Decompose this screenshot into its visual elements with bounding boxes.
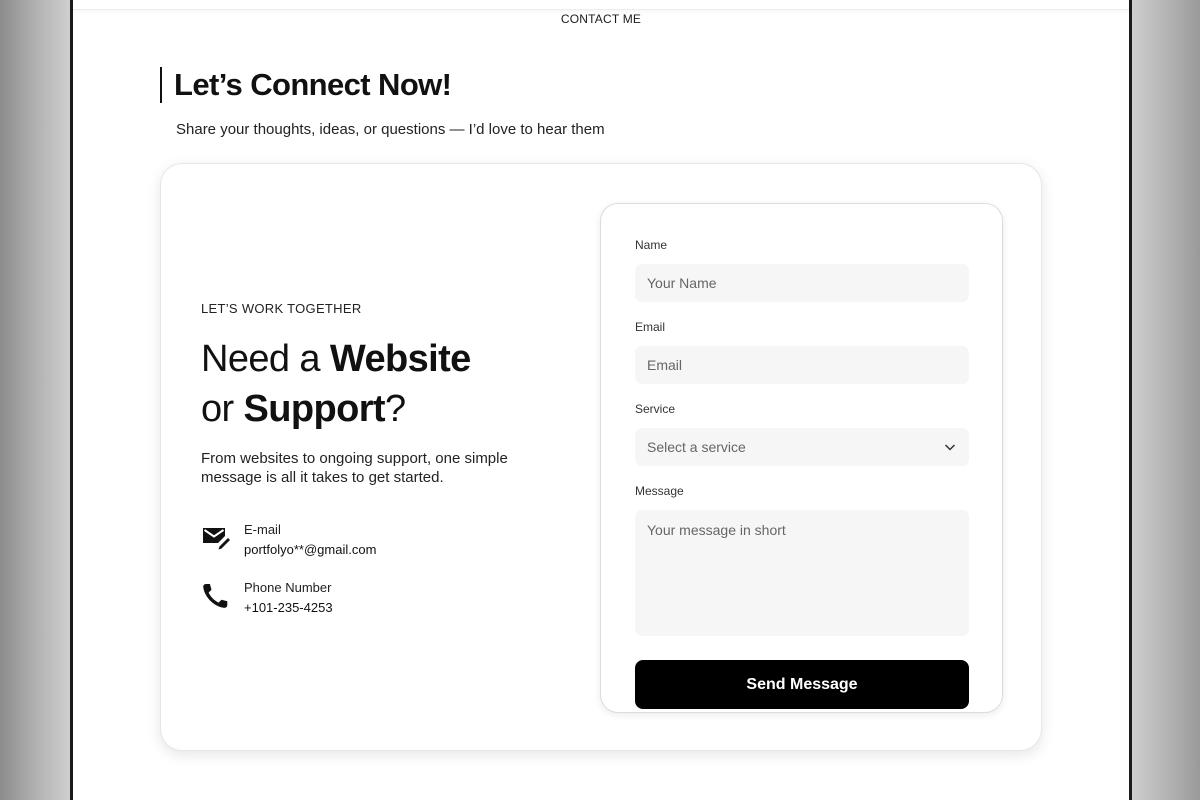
message-label: Message	[635, 484, 684, 498]
send-message-button[interactable]: Send Message	[635, 660, 969, 709]
headline-bold-support: Support	[243, 388, 386, 430]
contact-email: E-mail portfolyo**@gmail.com	[201, 521, 561, 560]
contact-card: LET’S WORK TOGETHER Need a Website or Su…	[160, 163, 1042, 751]
phone-value[interactable]: +101-235-4253	[244, 598, 333, 618]
contact-form: Name Your Name Email Email Service Selec…	[600, 203, 1003, 713]
service-label: Service	[635, 402, 676, 416]
top-nav-bar	[73, 0, 1129, 10]
page: CONTACT ME Let’s Connect Now! Share your…	[70, 0, 1132, 800]
chevron-down-icon	[944, 444, 956, 451]
name-label: Name	[635, 238, 668, 252]
service-group: Service Select a service	[635, 402, 969, 466]
name-placeholder: Your Name	[647, 275, 717, 291]
name-group: Name Your Name	[635, 238, 969, 302]
pitch-description: From websites to ongoing support, one si…	[201, 450, 508, 486]
headline-text: or	[201, 388, 244, 430]
form-fields: Name Your Name Email Email Service Selec…	[635, 238, 969, 709]
page-heading: Let’s Connect Now!	[160, 66, 452, 104]
name-input[interactable]: Your Name	[635, 264, 969, 302]
message-placeholder: Your message in short	[647, 522, 786, 538]
headline-text: ?	[384, 388, 406, 430]
email-group: Email Email	[635, 320, 969, 384]
phone-icon	[203, 584, 228, 608]
email-placeholder: Email	[647, 357, 683, 373]
mail-edit-icon	[203, 528, 230, 550]
heading-accent-bar	[160, 67, 162, 103]
message-group: Message Your message in short	[635, 484, 969, 636]
email-input[interactable]: Email	[635, 346, 969, 384]
email-title: E-mail	[244, 522, 281, 537]
page-title: Let’s Connect Now!	[174, 67, 452, 102]
email-value[interactable]: portfolyo**@gmail.com	[244, 540, 376, 560]
message-textarea[interactable]: Your message in short	[635, 510, 969, 636]
pitch-panel: LET’S WORK TOGETHER Need a Website or Su…	[201, 301, 561, 618]
section-label: CONTACT ME	[560, 12, 642, 26]
headline-bold-website: Website	[329, 338, 471, 380]
headline-text: Need a	[201, 338, 330, 380]
service-selected-value: Select a service	[647, 439, 746, 455]
phone-title: Phone Number	[244, 580, 332, 595]
page-subtitle: Share your thoughts, ideas, or questions…	[176, 121, 605, 138]
pitch-headline: Need a Website or Support?	[201, 334, 561, 434]
service-select[interactable]: Select a service	[635, 428, 969, 466]
email-label: Email	[635, 320, 666, 334]
contact-phone: Phone Number +101-235-4253	[201, 579, 561, 618]
contact-info: E-mail portfolyo**@gmail.com Phone Numbe…	[201, 521, 561, 618]
pitch-eyebrow: LET’S WORK TOGETHER	[201, 301, 362, 316]
